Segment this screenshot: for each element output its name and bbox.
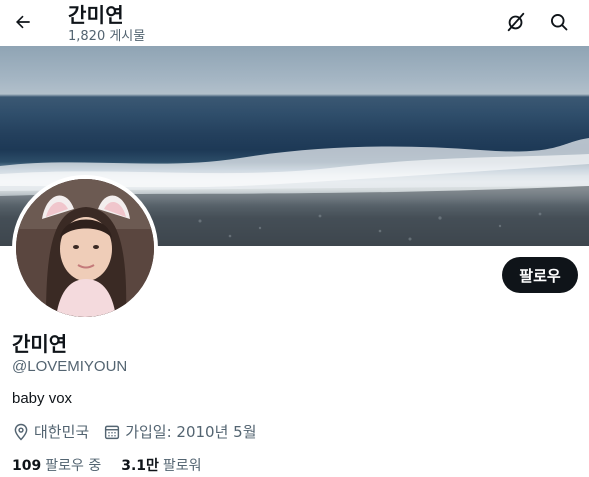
- follow-button[interactable]: 팔로우: [502, 257, 578, 293]
- joined-text: 가입일: 2010년 5월: [125, 423, 257, 441]
- calendar-icon: [105, 425, 120, 439]
- profile-bio: baby vox: [12, 390, 73, 407]
- header-title: 간미연: [68, 3, 124, 27]
- following-label: 팔로우 중: [45, 458, 102, 474]
- followers-label: 팔로워: [162, 458, 202, 474]
- location-item: 대한민국: [12, 421, 89, 442]
- search-icon: [551, 14, 568, 31]
- joined-item: 가입일: 2010년 5월: [103, 421, 257, 442]
- search-button[interactable]: [542, 5, 576, 39]
- avatar[interactable]: [12, 175, 158, 321]
- followers-link[interactable]: 3.1만 팔로워: [121, 455, 201, 475]
- grok-button[interactable]: [499, 5, 533, 39]
- followers-count: 3.1만: [121, 458, 159, 474]
- profile-name: 간미연: [12, 332, 68, 356]
- location-text: 대한민국: [34, 423, 90, 441]
- profile-photo: [16, 179, 154, 317]
- back-button[interactable]: [6, 5, 40, 39]
- location-pin-icon: [14, 423, 28, 441]
- profile-handle: @LOVEMIYOUN: [12, 358, 128, 375]
- profile-meta: 대한민국 가입일: 2010년 5월: [12, 421, 271, 442]
- arrow-left-icon: [16, 15, 30, 29]
- follow-stats: 109 팔로우 중 3.1만 팔로워: [12, 455, 222, 475]
- following-link[interactable]: 109 팔로우 중: [12, 455, 101, 475]
- following-count: 109: [12, 458, 42, 474]
- profile-header: 간미연 1,820 게시물: [0, 0, 589, 46]
- grok-icon: [507, 12, 525, 32]
- post-count: 1,820 게시물: [68, 29, 146, 44]
